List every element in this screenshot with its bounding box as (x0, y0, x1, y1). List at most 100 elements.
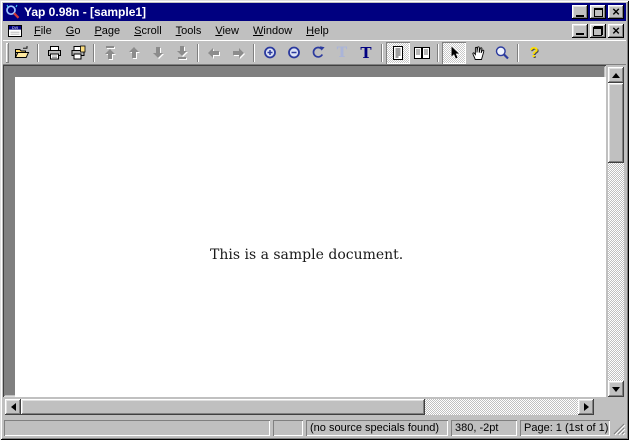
document-view[interactable]: This is a sample document. (3, 65, 606, 397)
scroll-right-button[interactable] (578, 399, 594, 415)
document-page: This is a sample document. (15, 77, 606, 397)
window-title: Yap 0.98n - [sample1] (21, 5, 572, 19)
status-message-panel (4, 420, 270, 436)
font-outline-button[interactable]: T (330, 42, 354, 64)
document-text: This is a sample document. (210, 247, 403, 263)
scroll-down-button[interactable] (608, 381, 624, 397)
open-button[interactable] (10, 42, 34, 64)
up-arrow-icon (612, 73, 620, 78)
menu-go[interactable]: Go (59, 23, 88, 39)
back-button (202, 42, 226, 64)
left-arrow-icon (11, 403, 16, 411)
status-position-panel: 380, -2pt (451, 420, 517, 436)
scroll-up-button[interactable] (608, 67, 624, 83)
right-arrow-icon (230, 45, 246, 61)
menu-file[interactable]: File (27, 23, 59, 39)
yap-window: Yap 0.98n - [sample1] × DVI File Go Page… (0, 0, 629, 440)
zoom-in-icon (262, 45, 278, 61)
client-area: This is a sample document. (3, 65, 626, 417)
help-button[interactable]: ? (522, 42, 546, 64)
down-arrow-icon (150, 45, 166, 61)
maximize-icon (594, 8, 603, 17)
mdi-restore-icon (593, 26, 603, 36)
menu-scroll[interactable]: Scroll (127, 23, 169, 39)
close-button[interactable]: × (608, 5, 624, 19)
up-arrow-icon (126, 45, 142, 61)
toolbar-grip[interactable] (6, 43, 9, 63)
title-bar[interactable]: Yap 0.98n - [sample1] × (3, 3, 626, 21)
vertical-scrollbar (608, 67, 624, 397)
scroll-left-button[interactable] (5, 399, 21, 415)
magnifier-icon (494, 45, 510, 61)
solid-t-icon: T (360, 46, 371, 60)
single-page-view-button[interactable] (386, 42, 410, 64)
two-page-view-button[interactable] (410, 42, 434, 64)
toolbar-separator (378, 42, 386, 64)
first-page-icon (102, 45, 118, 61)
mdi-restore-button[interactable] (590, 24, 606, 38)
forward-button (226, 42, 250, 64)
menu-view[interactable]: View (208, 23, 246, 39)
status-mini-panel (273, 420, 303, 436)
minimize-button[interactable] (572, 5, 588, 19)
toolbar-separator (90, 42, 98, 64)
left-arrow-icon (206, 45, 222, 61)
yap-app-icon[interactable] (5, 4, 21, 20)
mdi-minimize-icon (576, 33, 584, 35)
next-page-button (146, 42, 170, 64)
toolbar-separator (514, 42, 522, 64)
menu-window[interactable]: Window (246, 23, 299, 39)
refresh-icon (310, 45, 326, 61)
printer-icon (46, 45, 62, 61)
menu-tools[interactable]: Tools (169, 23, 209, 39)
dvi-document-icon[interactable]: DVI (7, 23, 23, 39)
maximize-button[interactable] (590, 5, 606, 19)
resize-grip[interactable] (613, 423, 626, 436)
magnifier-tool-button[interactable] (490, 42, 514, 64)
status-page-panel: Page: 1 (1st of 1) (520, 420, 610, 436)
font-solid-button[interactable]: T (354, 42, 378, 64)
hand-icon (470, 45, 486, 61)
last-page-icon (174, 45, 190, 61)
status-bar: (no source specials found) 380, -2pt Pag… (3, 417, 626, 437)
zoom-out-button[interactable] (282, 42, 306, 64)
open-folder-icon (14, 45, 30, 61)
hand-tool-button[interactable] (466, 42, 490, 64)
zoom-in-button[interactable] (258, 42, 282, 64)
toolbar-separator (194, 42, 202, 64)
menu-page[interactable]: Page (87, 23, 127, 39)
help-icon: ? (529, 46, 538, 60)
toolbar-separator (34, 42, 42, 64)
close-icon: × (612, 7, 620, 17)
refresh-button[interactable] (306, 42, 330, 64)
print-button[interactable] (42, 42, 66, 64)
last-page-button (170, 42, 194, 64)
mdi-close-icon: × (612, 26, 620, 36)
minimize-icon (576, 15, 584, 17)
menu-bar: DVI File Go Page Scroll Tools View Windo… (3, 21, 626, 40)
dvi-icon-label: DVI (12, 26, 18, 30)
horizontal-scrollbar (5, 399, 594, 415)
select-tool-button[interactable] (442, 42, 466, 64)
single-page-icon (390, 45, 406, 61)
toolbar-separator (250, 42, 258, 64)
horizontal-scroll-track[interactable] (21, 399, 578, 415)
horizontal-scroll-thumb[interactable] (21, 399, 425, 415)
first-page-button (98, 42, 122, 64)
zoom-out-icon (286, 45, 302, 61)
print-setup-button[interactable] (66, 42, 90, 64)
toolbar: T T (3, 40, 626, 65)
status-source-specials-panel: (no source specials found) (306, 420, 448, 436)
vertical-scroll-thumb[interactable] (608, 83, 624, 163)
mdi-close-button[interactable]: × (608, 24, 624, 38)
mdi-minimize-button[interactable] (572, 24, 588, 38)
vertical-scroll-track[interactable] (608, 83, 624, 381)
right-arrow-icon (584, 403, 589, 411)
previous-page-button (122, 42, 146, 64)
toolbar-separator (434, 42, 442, 64)
outline-t-icon: T (337, 46, 347, 60)
down-arrow-icon (612, 387, 620, 392)
menu-help[interactable]: Help (299, 23, 336, 39)
printer-page-icon (70, 45, 86, 61)
two-page-icon (414, 45, 430, 61)
